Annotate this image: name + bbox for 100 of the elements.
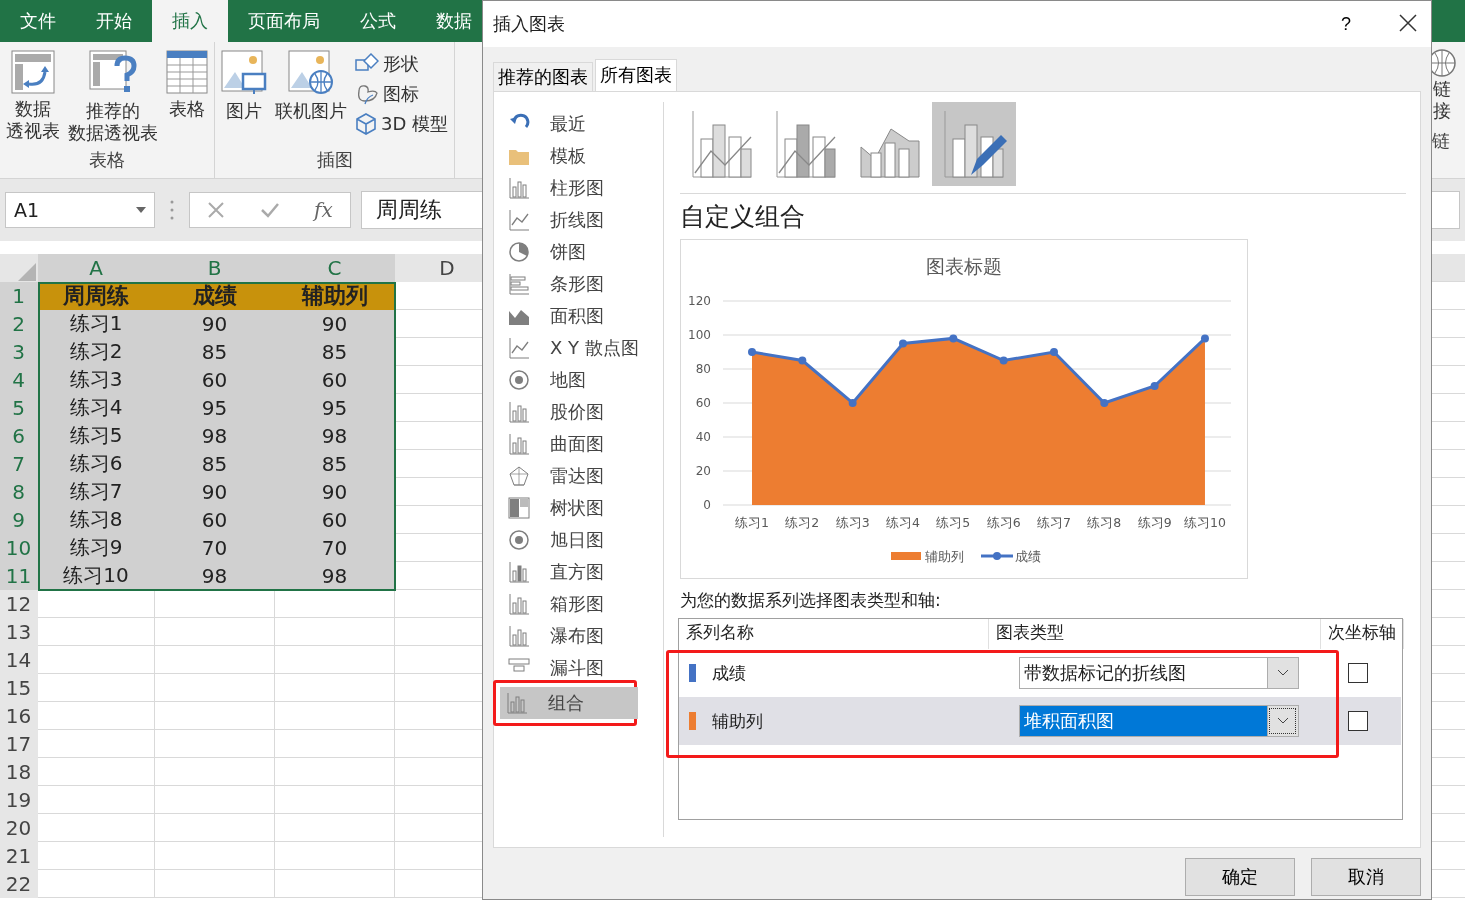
row-header[interactable]: 11 xyxy=(0,562,38,590)
dialog-title: 插入图表 xyxy=(493,12,566,36)
column-header[interactable]: B xyxy=(155,254,275,282)
table-cell: 98 xyxy=(155,422,275,450)
chart-type-item[interactable]: 树状图 xyxy=(502,492,652,524)
series-row[interactable]: 成绩 带数据标记的折线图 xyxy=(679,649,1401,697)
row-header[interactable]: 1 xyxy=(0,282,38,310)
ribbon-tab[interactable]: 数据 xyxy=(416,0,492,42)
table-cell: 练习1 xyxy=(38,310,155,338)
chart-type-item[interactable]: 雷达图 xyxy=(502,460,652,492)
chart-type-dropdown[interactable]: 带数据标记的折线图 xyxy=(1019,657,1299,689)
checkbox[interactable] xyxy=(1348,711,1368,731)
row-header[interactable]: 21 xyxy=(0,842,38,870)
chart-type-dropdown[interactable]: 堆积面积图 xyxy=(1019,705,1299,737)
name-box[interactable]: A1 xyxy=(5,192,155,228)
ribbon-button[interactable]: 推荐的 数据透视表 xyxy=(66,50,160,148)
ribbon-button[interactable]: 图片 xyxy=(219,50,269,148)
chart-type-item[interactable]: 瀑布图 xyxy=(502,620,652,652)
row-header[interactable]: 12 xyxy=(0,590,38,618)
row-header[interactable]: 10 xyxy=(0,534,38,562)
dialog-button[interactable]: 确定 xyxy=(1185,858,1295,896)
dialog-tab[interactable]: 推荐的图表 xyxy=(493,62,593,91)
data-marker xyxy=(1150,382,1159,390)
cancel-icon[interactable] xyxy=(207,201,226,219)
axis-category-label: 练习5 xyxy=(936,515,971,530)
table-cell: 成绩 xyxy=(155,282,275,310)
row-header[interactable]: 18 xyxy=(0,758,38,786)
ribbon-tab[interactable]: 页面布局 xyxy=(228,0,340,42)
chart-type-item[interactable]: 柱形图 xyxy=(502,172,652,204)
series-row[interactable]: 辅助列 堆积面积图 xyxy=(679,697,1401,745)
table-cell: 练习6 xyxy=(38,450,155,478)
chart-type-item[interactable]: 股价图 xyxy=(502,396,652,428)
chart-type-item[interactable]: 旭日图 xyxy=(502,524,652,556)
chart-type-item[interactable]: 面积图 xyxy=(502,300,652,332)
ribbon-tab[interactable]: 开始 xyxy=(76,0,152,42)
ribbon-button[interactable]: 联机图片 xyxy=(273,50,349,148)
chart-type-item[interactable]: 地图 xyxy=(502,364,652,396)
axis-category-label: 练习2 xyxy=(785,515,820,530)
row-header[interactable]: 22 xyxy=(0,870,38,898)
section-title: 自定义组合 xyxy=(680,201,806,233)
chart-type-item[interactable]: 直方图 xyxy=(502,556,652,588)
check-icon[interactable] xyxy=(259,201,280,219)
chevron-down-icon xyxy=(1277,669,1289,677)
chart-type-item[interactable]: 条形图 xyxy=(502,268,652,300)
row-header[interactable]: 19 xyxy=(0,786,38,814)
row-header[interactable]: 8 xyxy=(0,478,38,506)
ribbon-button[interactable]: 3D 模型 xyxy=(353,110,451,138)
column-header[interactable]: A xyxy=(38,254,155,282)
legend-label: 辅助列 xyxy=(925,549,964,564)
chart-type-item[interactable]: 组合 xyxy=(500,687,638,719)
ribbon-tab[interactable]: 公式 xyxy=(340,0,416,42)
table-cell: 95 xyxy=(275,394,395,422)
table-cell: 90 xyxy=(155,478,275,506)
row-header[interactable]: 14 xyxy=(0,646,38,674)
row-header[interactable]: 20 xyxy=(0,814,38,842)
table-cell: 98 xyxy=(155,562,275,590)
picture-globe-icon xyxy=(288,50,334,96)
pie-chart-icon xyxy=(508,241,530,263)
row-header[interactable]: 13 xyxy=(0,618,38,646)
chart-type-item[interactable]: 模板 xyxy=(502,140,652,172)
ribbon-button[interactable]: 图标 xyxy=(353,80,451,108)
dialog-button[interactable]: 取消 xyxy=(1311,858,1421,896)
chart-type-item[interactable]: 最近 xyxy=(502,108,652,140)
checkbox[interactable] xyxy=(1348,663,1368,683)
dialog-tab[interactable]: 所有图表 xyxy=(595,59,677,91)
chart-type-item[interactable]: X Y 散点图 xyxy=(502,332,652,364)
axis-tick-label: 100 xyxy=(688,328,711,342)
ribbon-tab[interactable]: 文件 xyxy=(0,0,76,42)
ribbon-button[interactable]: 形状 xyxy=(353,50,451,78)
row-header[interactable]: 4 xyxy=(0,366,38,394)
help-button[interactable]: ? xyxy=(1337,9,1355,39)
row-header[interactable]: 7 xyxy=(0,450,38,478)
ribbon-button[interactable]: 数据 透视表 xyxy=(4,50,62,148)
row-header[interactable]: 6 xyxy=(0,422,38,450)
row-header[interactable]: 15 xyxy=(0,674,38,702)
row-header[interactable]: 5 xyxy=(0,394,38,422)
instruction-text: 为您的数据系列选择图表类型和轴: xyxy=(680,589,942,612)
row-header[interactable]: 9 xyxy=(0,506,38,534)
chart-type-item[interactable]: 折线图 xyxy=(502,204,652,236)
legend-item: 辅助列 xyxy=(891,549,964,564)
axis-category-label: 练习10 xyxy=(1184,515,1226,530)
data-marker xyxy=(949,334,958,343)
table-cell: 98 xyxy=(275,562,395,590)
table-cell: 60 xyxy=(275,366,395,394)
axis-category-label: 练习1 xyxy=(735,515,769,530)
insert-function-button[interactable]: fx xyxy=(314,198,333,222)
column-chart-icon xyxy=(508,177,530,199)
ribbon-tab[interactable]: 插入 xyxy=(152,0,228,42)
row-header[interactable]: 17 xyxy=(0,730,38,758)
ribbon-button[interactable]: 表格 xyxy=(164,50,210,148)
chart-type-item[interactable]: 饼图 xyxy=(502,236,652,268)
series-name: 成绩 xyxy=(712,661,746,685)
chart-subtype-button[interactable] xyxy=(932,102,1016,186)
row-header[interactable]: 2 xyxy=(0,310,38,338)
chart-type-item[interactable]: 曲面图 xyxy=(502,428,652,460)
row-header[interactable]: 16 xyxy=(0,702,38,730)
column-header[interactable]: C xyxy=(275,254,395,282)
row-header[interactable]: 3 xyxy=(0,338,38,366)
chart-type-item[interactable]: 漏斗图 xyxy=(502,652,652,684)
chart-type-item[interactable]: 箱形图 xyxy=(502,588,652,620)
